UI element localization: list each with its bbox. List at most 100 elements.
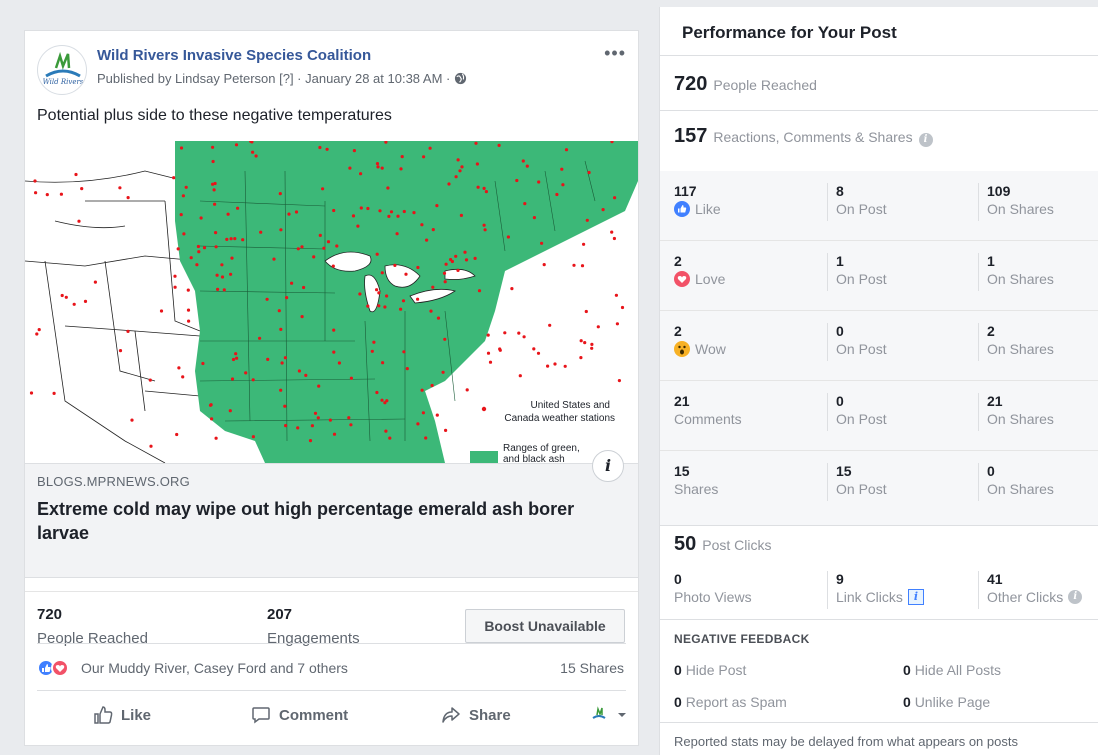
reactors-names-link[interactable]: Our Muddy River, Casey Ford and 7 others <box>81 660 348 676</box>
on-shares-label: On Shares <box>987 341 1054 357</box>
post-actions: Like Comment Share <box>37 695 626 739</box>
love-reaction-icon <box>51 659 69 677</box>
divider <box>660 722 1098 723</box>
divider <box>660 110 1098 111</box>
info-icon[interactable]: i <box>918 133 933 147</box>
on-post-value: 8 <box>836 183 844 199</box>
on-post-cell: 15 On Post <box>827 463 887 501</box>
on-post-label: On Post <box>836 271 887 287</box>
post-clicks-metric: 50 Post Clicks <box>674 533 771 556</box>
svg-text:and black ash: and black ash <box>503 454 565 463</box>
page-avatar[interactable]: Wild Rivers <box>37 45 87 95</box>
link-clicks-value: 9 <box>836 571 844 587</box>
link-info-button[interactable]: i <box>592 450 624 482</box>
engagement-metric: 157 Reactions, Comments & Shares i <box>674 125 933 148</box>
unlike-page-stat: 0 Unlike Page <box>903 694 990 710</box>
total-cell: 117 Like <box>674 183 721 217</box>
globe-icon <box>454 72 467 85</box>
post-as-selector[interactable] <box>589 705 627 725</box>
link-clicks-label-row: Link Clicks i <box>836 589 924 605</box>
breakdown-row-comments: 21 Comments 0 On Post 21 On Shares <box>660 381 1098 451</box>
comment-icon <box>252 707 270 724</box>
wow-label: Wow <box>674 341 726 357</box>
performance-title: Performance for Your Post <box>682 23 897 42</box>
on-post-cell: 0 On Post <box>827 393 887 431</box>
svg-text:United States and: United States and <box>531 400 611 411</box>
unlike-value: 0 <box>903 694 911 710</box>
share-button[interactable]: Share <box>441 705 511 725</box>
people-reached-number: 720 <box>674 73 708 95</box>
on-post-label: On Post <box>836 481 887 497</box>
wow-icon <box>674 341 690 357</box>
hide-post-label: Hide Post <box>685 662 747 678</box>
boost-unavailable-button[interactable]: Boost Unavailable <box>465 609 625 643</box>
spam-label: Report as Spam <box>685 694 787 710</box>
total-cell: 2 Wow <box>674 323 726 357</box>
breakdown-row-wow: 2 Wow 0 On Post 2 On Shares <box>660 311 1098 381</box>
love-label: Love <box>674 271 725 287</box>
hide-all-value: 0 <box>903 662 911 678</box>
post-text: Potential plus side to these negative te… <box>37 107 392 124</box>
on-post-value: 1 <box>836 253 844 269</box>
link-title[interactable]: Extreme cold may wipe out high percentag… <box>37 497 597 545</box>
report-spam-stat: 0 Report as Spam <box>674 694 787 710</box>
on-post-value: 0 <box>836 393 844 409</box>
comment-button[interactable]: Comment <box>251 705 348 725</box>
engagements-value: 207 <box>267 606 293 623</box>
people-reached-value: 720 <box>37 606 63 623</box>
photo-views-value: 0 <box>674 571 682 587</box>
on-shares-cell: 109 On Shares <box>978 183 1054 221</box>
total-value: 21 <box>674 393 690 409</box>
post-clicks-text: Post Clicks <box>702 537 772 553</box>
on-shares-value: 21 <box>987 393 1003 409</box>
like-icon <box>674 201 690 217</box>
shares-label: Shares <box>674 481 719 497</box>
hide-post-value: 0 <box>674 662 682 678</box>
photo-views-cell: 0 Photo Views <box>674 571 752 605</box>
like-button[interactable]: Like <box>93 705 151 725</box>
page-name-link[interactable]: Wild Rivers Invasive Species Coalition <box>97 47 371 64</box>
stats-delay-footnote: Reported stats may be delayed from what … <box>674 734 1018 749</box>
other-clicks-value: 41 <box>987 571 1003 587</box>
on-shares-cell: 2 On Shares <box>978 323 1054 361</box>
photo-views-label: Photo Views <box>674 589 752 605</box>
clicks-breakdown: 0 Photo Views 9 Link Clicks i 41 Other C… <box>660 571 1098 619</box>
link-preview[interactable]: i BLOGS.MPRNEWS.ORG Extreme cold may wip… <box>25 450 638 578</box>
info-icon[interactable]: i <box>907 589 924 605</box>
post-meta-text: Published by Lindsay Peterson [?] · Janu… <box>97 71 451 86</box>
svg-text:Ranges of green,: Ranges of green, <box>503 443 580 454</box>
on-shares-value: 2 <box>987 323 995 339</box>
on-post-label: On Post <box>836 341 887 357</box>
share-button-label: Share <box>469 706 511 724</box>
on-post-label: On Post <box>836 201 887 217</box>
love-icon <box>674 271 690 287</box>
performance-panel: Performance for Your Post 720 People Rea… <box>659 7 1098 755</box>
svg-text:Canada weather stations: Canada weather stations <box>504 413 615 424</box>
comment-button-label: Comment <box>279 706 349 724</box>
link-clicks-label: Link Clicks <box>836 589 903 605</box>
on-shares-label: On Shares <box>987 201 1054 217</box>
on-post-cell: 0 On Post <box>827 323 887 361</box>
hide-all-label: Hide All Posts <box>914 662 1002 678</box>
on-shares-value: 0 <box>987 463 995 479</box>
more-options-button[interactable]: ••• <box>604 43 626 64</box>
share-arrow-icon <box>442 707 460 723</box>
total-cell: 21 Comments <box>674 393 742 427</box>
breakdown-row-like: 117 Like 8 On Post 109 On Shares <box>660 171 1098 241</box>
other-clicks-label: Other Clicks <box>987 589 1064 605</box>
reaction-icons[interactable] <box>37 659 77 677</box>
post-clicks-number: 50 <box>674 533 697 555</box>
like-label: Like <box>674 201 721 217</box>
other-clicks-label-row: Other Clicks i <box>987 589 1083 605</box>
link-domain: BLOGS.MPRNEWS.ORG <box>37 474 190 489</box>
post-meta: Published by Lindsay Peterson [?] · Janu… <box>97 71 467 86</box>
on-shares-label: On Shares <box>987 481 1054 497</box>
info-icon[interactable]: i <box>1068 590 1083 604</box>
link-preview-image[interactable]: United States and Canada weather station… <box>25 141 638 463</box>
on-shares-label: On Shares <box>987 271 1054 287</box>
on-shares-value: 109 <box>987 183 1011 199</box>
other-clicks-cell: 41 Other Clicks i <box>978 571 1083 609</box>
thumbs-up-icon <box>94 706 113 724</box>
svg-text:Wild Rivers: Wild Rivers <box>43 78 84 86</box>
shares-count-link[interactable]: 15 Shares <box>560 660 624 676</box>
